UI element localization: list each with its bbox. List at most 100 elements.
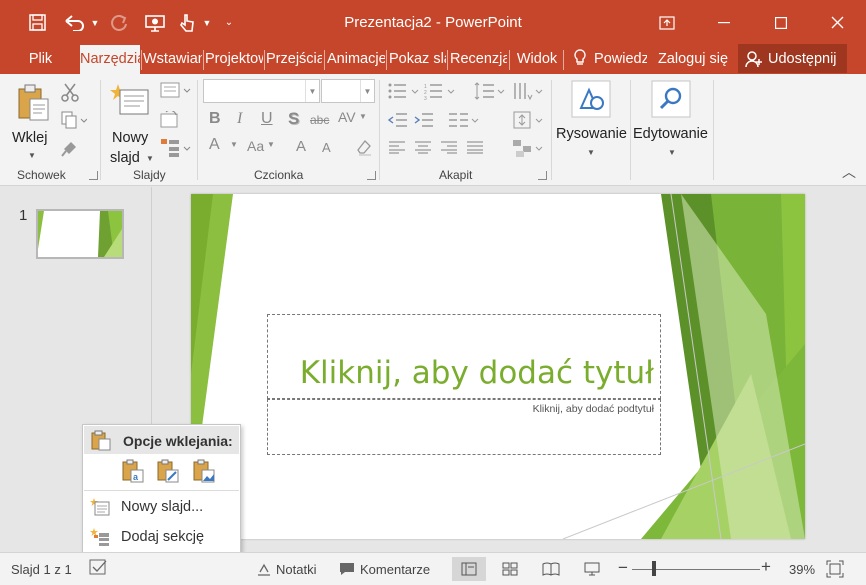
tab-transitions[interactable]: Przejścia — [266, 45, 322, 74]
share-button[interactable]: Udostępnij — [738, 44, 847, 73]
justify-icon[interactable] — [466, 140, 484, 154]
redo-button[interactable] — [105, 8, 133, 38]
tab-animations[interactable]: Animacje — [327, 45, 385, 74]
tab-review[interactable]: Recenzja — [450, 45, 507, 74]
character-spacing-button[interactable]: AV — [338, 109, 356, 125]
touch-mode-dropdown[interactable]: ▼ — [201, 8, 213, 38]
slideshow-view-button[interactable] — [575, 557, 609, 581]
touch-mode-button[interactable] — [173, 8, 201, 38]
collapse-ribbon-button[interactable]: ︿ — [842, 162, 856, 182]
underline-button[interactable]: U — [261, 110, 273, 128]
paste-keep-source-formatting-button[interactable] — [155, 457, 181, 485]
zoom-level[interactable]: 39% — [789, 562, 815, 577]
tab-design[interactable]: Projektowanie — [205, 45, 263, 74]
tab-view[interactable]: Widok — [512, 45, 562, 74]
paste-destination-theme-icon: a — [122, 459, 144, 483]
paste-as-picture-button[interactable] — [191, 457, 217, 485]
ribbon-options-icon — [658, 15, 675, 30]
spell-check-icon[interactable] — [89, 559, 109, 577]
minimize-button[interactable] — [695, 0, 752, 45]
bold-button[interactable]: B — [209, 110, 221, 128]
paste-button[interactable]: Wklej ▼ — [10, 80, 56, 164]
context-menu-add-section[interactable]: Dodaj sekcję — [84, 523, 239, 551]
italic-button[interactable]: I — [237, 110, 242, 128]
format-painter-icon[interactable] — [61, 139, 79, 157]
undo-dropdown[interactable]: ▼ — [89, 8, 101, 38]
cut-icon[interactable] — [61, 82, 79, 102]
reading-view-button[interactable] — [534, 557, 568, 581]
clear-formatting-icon[interactable] — [355, 138, 373, 156]
align-center-icon[interactable] — [414, 140, 432, 154]
ribbon-display-options-button[interactable] — [638, 0, 695, 45]
numbering-icon[interactable]: 123 — [424, 82, 458, 100]
line-spacing-icon[interactable] — [474, 81, 508, 101]
title-placeholder[interactable]: Kliknij, aby dodać tytuł — [267, 314, 661, 399]
copy-icon[interactable] — [61, 111, 87, 129]
sign-in-link[interactable]: Zaloguj się — [654, 45, 732, 74]
smartart-icon[interactable] — [512, 138, 546, 158]
zoom-slider-thumb[interactable] — [652, 561, 656, 576]
subtitle-placeholder-text: Kliknij, aby dodać podtytuł — [532, 403, 654, 415]
tell-me-box[interactable]: Powiedz mi — [573, 45, 647, 74]
tab-slideshow[interactable]: Pokaz slajdów — [389, 45, 446, 74]
tab-file[interactable]: Plik — [26, 45, 55, 74]
close-icon — [831, 16, 844, 29]
undo-button[interactable] — [61, 8, 89, 38]
save-icon — [28, 14, 46, 31]
align-left-icon[interactable] — [388, 140, 406, 154]
font-name-combo[interactable]: ▼ — [203, 79, 320, 103]
increase-indent-icon[interactable] — [414, 111, 434, 129]
font-name-dropdown[interactable]: ▼ — [305, 80, 319, 102]
editing-button[interactable]: Edytowanie ▼ — [632, 78, 712, 163]
drawing-button[interactable]: Rysowanie ▼ — [555, 78, 628, 163]
new-slide-icon — [110, 84, 149, 115]
slide-canvas[interactable]: Kliknij, aby dodać tytuł Kliknij, aby do… — [191, 194, 805, 539]
align-text-icon[interactable] — [512, 110, 546, 130]
slide-thumbnail[interactable] — [36, 209, 124, 259]
quick-access-toolbar: ▼ ▼ ⌄ — [0, 0, 235, 45]
zoom-in-button[interactable]: + — [761, 557, 771, 577]
fit-slide-icon[interactable] — [826, 560, 844, 578]
strikethrough-button[interactable]: abc — [310, 113, 329, 127]
shrink-font-button[interactable]: A — [322, 140, 331, 155]
clipboard-launcher[interactable] — [89, 171, 98, 180]
font-size-combo[interactable]: ▼ — [321, 79, 375, 103]
tab-insert[interactable]: Wstawianie — [143, 45, 202, 74]
customize-qat-button[interactable]: ⌄ — [223, 8, 235, 38]
ribbon-tab-row: Plik Narzędzia główne Wstawianie Projekt… — [0, 45, 866, 74]
grow-font-button[interactable]: A — [296, 138, 306, 155]
layout-icon[interactable] — [160, 82, 192, 100]
slideshow-from-start-button[interactable] — [141, 8, 169, 38]
close-button[interactable] — [809, 0, 866, 45]
notes-label: Notatki — [276, 562, 317, 577]
save-button[interactable] — [23, 8, 51, 38]
font-color-button[interactable]: A — [209, 136, 220, 154]
subtitle-placeholder[interactable]: Kliknij, aby dodać podtytuł — [267, 399, 661, 455]
context-menu-new-slide[interactable]: Nowy slajd... — [84, 493, 239, 521]
tab-home[interactable]: Narzędzia główne — [80, 45, 140, 74]
section-icon[interactable] — [160, 138, 192, 158]
decrease-indent-icon[interactable] — [388, 111, 408, 129]
reset-slide-icon[interactable] — [160, 111, 180, 129]
align-right-icon[interactable] — [440, 140, 458, 154]
touch-icon — [180, 13, 194, 32]
minimize-icon — [717, 21, 730, 23]
normal-view-button[interactable] — [452, 557, 486, 581]
add-section-icon — [90, 528, 109, 546]
redo-icon — [111, 14, 127, 31]
paragraph-launcher[interactable] — [538, 171, 547, 180]
maximize-button[interactable] — [752, 0, 809, 45]
bullets-icon[interactable] — [388, 82, 422, 100]
paste-use-destination-theme-button[interactable]: a — [120, 457, 146, 485]
font-size-dropdown[interactable]: ▼ — [360, 80, 374, 102]
shadow-button[interactable]: S — [288, 109, 299, 129]
new-slide-icon — [90, 498, 110, 516]
zoom-out-button[interactable]: − — [618, 558, 628, 578]
change-case-button[interactable]: Aa — [247, 138, 264, 154]
new-slide-button[interactable]: Nowy slajd ▼ — [106, 80, 158, 166]
columns-icon[interactable] — [448, 111, 482, 129]
text-direction-icon[interactable] — [512, 81, 546, 101]
font-launcher[interactable] — [367, 171, 376, 180]
notes-icon — [258, 563, 270, 576]
slide-sorter-view-button[interactable] — [493, 557, 527, 581]
